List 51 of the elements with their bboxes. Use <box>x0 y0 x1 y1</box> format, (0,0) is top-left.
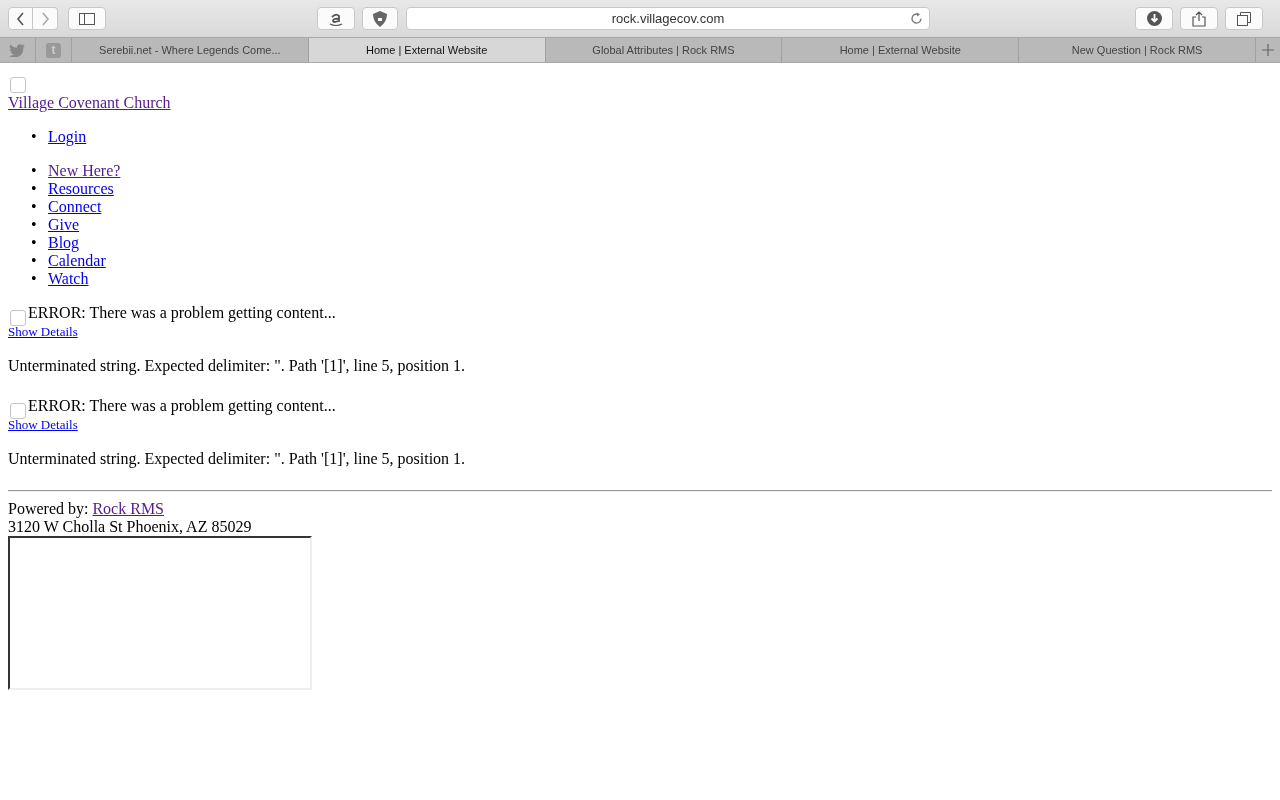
bullet: • <box>31 216 38 234</box>
forward-icon <box>40 11 50 26</box>
error-message: ERROR: There was a problem getting content... <box>28 304 336 321</box>
share-button[interactable] <box>1180 7 1218 30</box>
address-field[interactable]: rock.villagecov.com <box>406 7 930 30</box>
shield-button[interactable] <box>362 7 398 30</box>
login-link[interactable]: Login <box>48 128 87 146</box>
show-details-link[interactable]: Show Details <box>8 417 78 432</box>
browser-tab[interactable]: Serebii.net - Where Legends Come... <box>71 38 309 62</box>
site-title-link[interactable]: Village Covenant Church <box>8 94 171 111</box>
browser-tab[interactable]: Home | External Website <box>782 38 1020 62</box>
sidebar-icon <box>79 12 95 25</box>
broken-image-icon <box>10 310 26 326</box>
download-icon <box>1146 11 1162 26</box>
reload-icon[interactable] <box>910 12 923 25</box>
nav-link[interactable]: New Here? <box>48 162 121 180</box>
browser-tab[interactable]: Home | External Website <box>308 38 546 62</box>
amazon-button[interactable] <box>317 7 355 30</box>
error-detail: Unterminated string. Expected delimiter: ". Path '[1]', line 5, position 1. <box>8 357 467 375</box>
downloads-button[interactable] <box>1135 7 1173 30</box>
bullet: • <box>31 198 38 216</box>
bullet: • <box>31 162 38 180</box>
share-icon <box>1192 10 1206 27</box>
shield-icon <box>373 10 387 27</box>
nav-link[interactable]: Blog <box>48 234 80 252</box>
back-icon <box>15 11 26 26</box>
powered-by-label: Powered by: <box>8 500 89 517</box>
error-detail: Unterminated string. Expected delimiter: ". Path '[1]', line 5, position 1. <box>8 450 467 468</box>
broken-image-icon <box>10 403 26 419</box>
nav-link[interactable]: Calendar <box>48 252 106 270</box>
nav-link[interactable]: Resources <box>48 180 114 198</box>
browser-tab[interactable]: Global Attributes | Rock RMS <box>545 38 783 62</box>
show-details-link[interactable]: Show Details <box>8 324 78 339</box>
sidebar-button[interactable] <box>68 7 106 30</box>
bullet: • <box>31 252 38 270</box>
tabs-overview-button[interactable] <box>1225 7 1263 30</box>
bird-icon <box>9 43 26 57</box>
nav-link[interactable]: Connect <box>48 198 102 216</box>
nav-link[interactable]: Watch <box>48 270 89 288</box>
bullet: • <box>31 128 38 146</box>
powered-by-link[interactable]: Rock RMS <box>92 500 164 517</box>
church-address: 3120 W Cholla St Phoenix, AZ 85029 <box>8 518 253 536</box>
broken-image-icon <box>10 77 26 93</box>
plus-icon <box>1262 44 1274 56</box>
bullet: • <box>31 234 38 252</box>
bullet: • <box>31 180 38 198</box>
tabs-icon <box>1237 11 1251 26</box>
nav-link[interactable]: Give <box>48 216 80 234</box>
back-button[interactable] <box>8 7 33 30</box>
error-message: ERROR: There was a problem getting content... <box>28 397 336 414</box>
bullet: • <box>31 270 38 288</box>
